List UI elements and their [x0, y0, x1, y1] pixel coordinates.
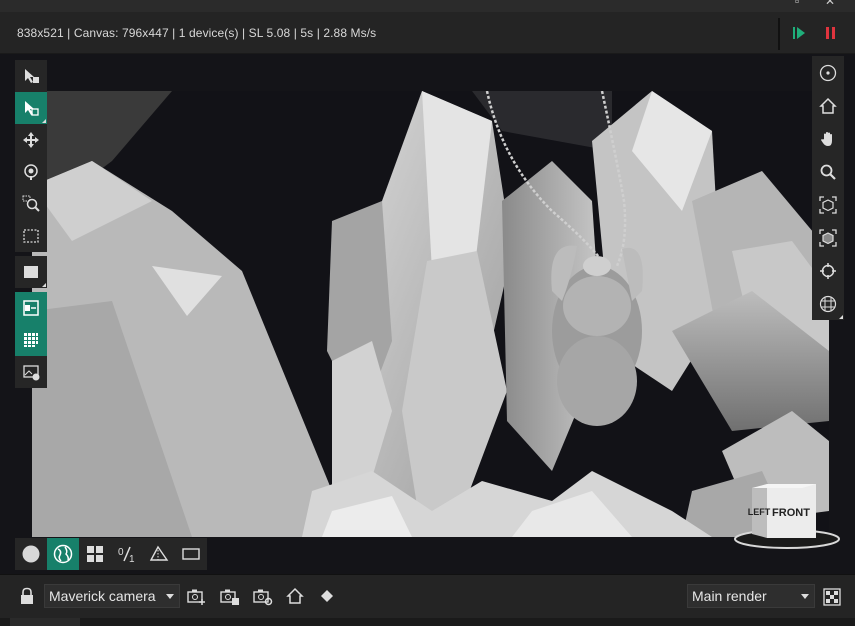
- region-render-icon: [23, 229, 39, 243]
- pause-icon: [826, 27, 835, 39]
- home-icon: [286, 587, 304, 604]
- camera-select[interactable]: Maverick camera: [44, 584, 180, 608]
- chevron-down-icon: [801, 594, 809, 599]
- pause-button[interactable]: [822, 25, 840, 41]
- camera-select-value: Maverick camera: [49, 588, 156, 604]
- camera-settings-icon: [253, 589, 273, 606]
- four-views-icon: [87, 546, 103, 562]
- render-viewport[interactable]: 01 LEFT FRONT: [0, 54, 855, 574]
- grid-plane-icon: [819, 295, 837, 312]
- sphere-icon: [22, 545, 40, 563]
- panel-toggle-icon: [23, 300, 39, 316]
- frame-object-tool[interactable]: [812, 188, 844, 221]
- grid-overlay-tool[interactable]: [15, 324, 47, 356]
- four-views-button[interactable]: [79, 538, 111, 570]
- svg-text:0: 0: [118, 547, 124, 558]
- globe-icon: [53, 544, 73, 564]
- move-tool[interactable]: [15, 124, 47, 156]
- navigation-cube[interactable]: LEFT FRONT: [732, 478, 842, 550]
- zoom-region-icon: [22, 195, 40, 212]
- bottom-strip: [0, 618, 855, 626]
- sphere-button[interactable]: [15, 538, 47, 570]
- camera-settings-button[interactable]: [252, 585, 274, 607]
- lock-icon[interactable]: [18, 587, 36, 605]
- image-camera-icon: [23, 365, 40, 381]
- play-icon: [793, 27, 805, 39]
- diamond-icon: [321, 590, 333, 602]
- ratio-button[interactable]: 01: [111, 538, 143, 570]
- navcube-left-label[interactable]: LEFT: [748, 507, 771, 517]
- frame-all-icon: [819, 228, 837, 247]
- render-region-button[interactable]: [821, 586, 843, 608]
- window-restore-icon[interactable]: ▫: [795, 0, 799, 8]
- film-region-tool[interactable]: [15, 256, 47, 288]
- chevron-down-icon: [166, 594, 174, 599]
- perspective-icon: [149, 545, 169, 561]
- render-select-value: Main render: [692, 588, 767, 604]
- right-toolbar: [812, 56, 844, 320]
- svg-text:1: 1: [129, 554, 135, 564]
- camera-save-icon: [220, 589, 239, 605]
- save-camera-button[interactable]: [219, 585, 241, 607]
- camera-add-icon: [187, 589, 205, 605]
- frame-rect-icon: [182, 548, 200, 560]
- window-close-icon[interactable]: ✕: [825, 0, 835, 8]
- panel-toggle-tool[interactable]: [15, 292, 47, 324]
- rendered-scene-image: [32, 91, 829, 537]
- navcube-graphic: LEFT FRONT: [734, 484, 840, 549]
- home-view-tool[interactable]: [812, 89, 844, 122]
- viewport-bottom-toolbar: 01: [15, 538, 207, 570]
- zoom-icon: [820, 164, 836, 180]
- render-select[interactable]: Main render: [687, 584, 815, 608]
- ratio-icon: 01: [118, 546, 135, 564]
- footer-bar: Maverick camera Main render: [0, 574, 855, 626]
- target-tool[interactable]: [812, 56, 844, 89]
- home-icon: [819, 97, 837, 114]
- pan-hand-icon: [821, 131, 832, 146]
- zoom-region-tool[interactable]: [15, 188, 47, 220]
- grid-plane-tool[interactable]: [812, 287, 844, 320]
- keyframe-button[interactable]: [316, 585, 338, 607]
- left-toolbar: [15, 60, 47, 388]
- select-object-icon: [25, 101, 39, 116]
- frame-rect-button[interactable]: [175, 538, 207, 570]
- status-text: 838x521 | Canvas: 796x447 | 1 device(s) …: [17, 26, 377, 40]
- frame-all-tool[interactable]: [812, 221, 844, 254]
- select-lock-tool[interactable]: [15, 60, 47, 92]
- image-camera-tool[interactable]: [15, 356, 47, 388]
- checker-icon: [823, 588, 841, 606]
- pick-focus-icon: [24, 164, 38, 180]
- toolbar-divider: [778, 18, 780, 50]
- pan-tool[interactable]: [812, 122, 844, 155]
- region-render-tool[interactable]: [15, 220, 47, 252]
- zoom-tool[interactable]: [812, 155, 844, 188]
- crosshair-icon: [820, 262, 836, 279]
- square-icon: [24, 266, 38, 278]
- render-canvas[interactable]: [32, 91, 829, 537]
- select-lock-icon: [25, 69, 39, 83]
- select-object-tool[interactable]: [15, 92, 47, 124]
- target-circle-icon: [819, 64, 837, 81]
- title-bar: ▫ ✕: [0, 0, 855, 12]
- navcube-front-label[interactable]: FRONT: [772, 507, 810, 519]
- grid-icon: [24, 333, 38, 347]
- globe-button[interactable]: [47, 538, 79, 570]
- add-camera-button[interactable]: [186, 585, 208, 607]
- home-camera-button[interactable]: [284, 585, 306, 607]
- pick-focus-tool[interactable]: [15, 156, 47, 188]
- status-bar: 838x521 | Canvas: 796x447 | 1 device(s) …: [0, 12, 855, 54]
- pick-target-tool[interactable]: [812, 254, 844, 287]
- bottom-tab[interactable]: [10, 618, 80, 626]
- move-icon: [23, 132, 39, 148]
- frame-object-icon: [819, 195, 837, 214]
- perspective-button[interactable]: [143, 538, 175, 570]
- play-button[interactable]: [790, 25, 808, 41]
